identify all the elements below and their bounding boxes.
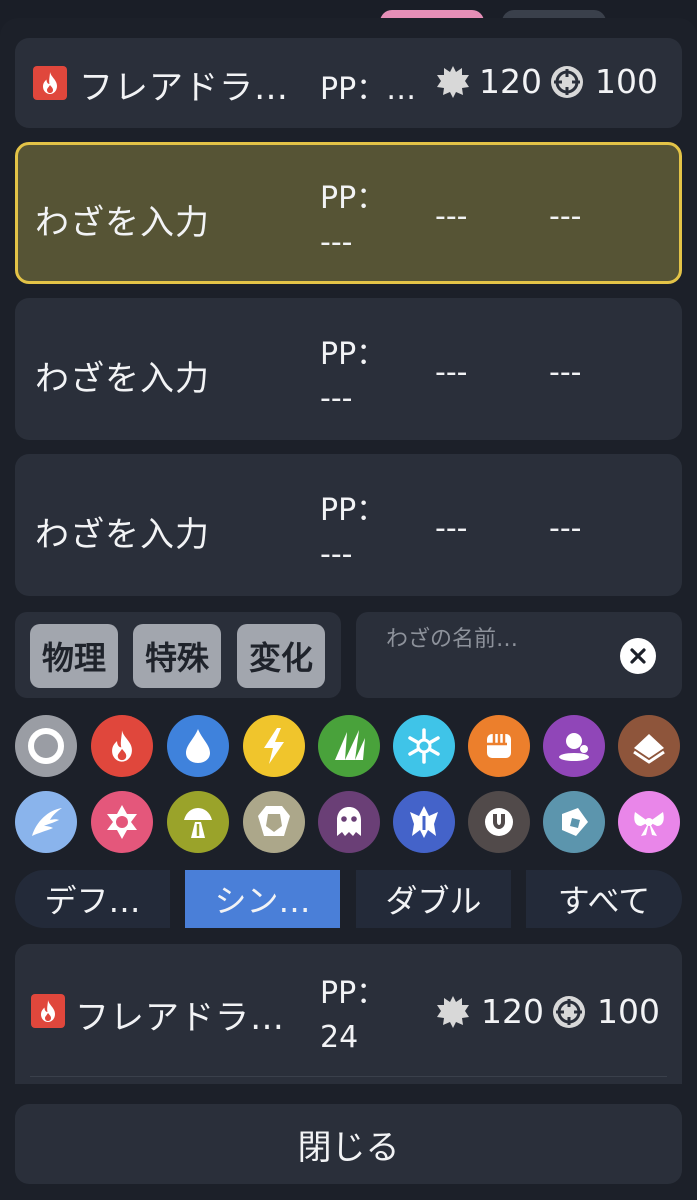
accuracy-value: 100 [595, 62, 658, 101]
move-search-input[interactable] [386, 622, 606, 656]
type-psychic-icon[interactable] [91, 791, 153, 853]
type-fire-icon[interactable] [91, 715, 153, 777]
move-name: フレアドラ… [79, 68, 289, 108]
move-name: わざを入力 [35, 359, 210, 399]
accuracy-value: --- [549, 199, 582, 234]
move-name: フレアドラ… [75, 998, 285, 1038]
power-icon [437, 996, 469, 1028]
pp-label: PP： [320, 337, 387, 372]
pp-value: --- [320, 225, 353, 260]
type-water-icon[interactable] [167, 715, 229, 777]
power-value: --- [435, 511, 468, 546]
move-result-item[interactable]: フレアドラ… PP： 24 120 100 [15, 944, 682, 1084]
move-name: わざを入力 [35, 515, 210, 555]
tab-singles[interactable]: シン… [185, 870, 340, 928]
pp-value: 24 [320, 1020, 359, 1055]
type-ground-icon[interactable] [618, 715, 680, 777]
clear-search-button[interactable] [620, 638, 656, 674]
move-name: わざを入力 [35, 203, 210, 243]
type-bug-icon[interactable] [167, 791, 229, 853]
accuracy-value: --- [549, 355, 582, 390]
tab-default[interactable]: デフ… [15, 870, 170, 928]
type-ice-icon[interactable] [393, 715, 455, 777]
accuracy-value: --- [549, 511, 582, 546]
power-value: 120 [479, 62, 542, 101]
type-dark-icon[interactable] [468, 791, 530, 853]
pp-label: PP： [320, 181, 387, 216]
move-search-box [356, 612, 682, 698]
move-slot-2[interactable]: わざを入力 PP： --- --- --- [15, 142, 682, 284]
type-normal-icon[interactable] [15, 715, 77, 777]
pp-label: PP： [320, 493, 387, 528]
fire-icon [33, 66, 67, 100]
type-fighting-icon[interactable] [468, 715, 530, 777]
type-flying-icon[interactable] [15, 791, 77, 853]
category-physical-button[interactable]: 物理 [30, 624, 118, 688]
fire-icon [31, 994, 65, 1028]
close-icon [630, 648, 646, 664]
accuracy-icon [551, 66, 583, 98]
type-electric-icon[interactable] [243, 715, 305, 777]
pp-label: PP： [320, 976, 387, 1011]
close-button[interactable]: 閉じる [15, 1104, 682, 1184]
move-slot-3[interactable]: わざを入力 PP： --- --- --- [15, 298, 682, 440]
category-filter-group: 物理 特殊 変化 [15, 612, 341, 698]
move-slot-1[interactable]: フレアドラ… PP：… 120 100 [15, 38, 682, 128]
tab-doubles[interactable]: ダブル [356, 870, 511, 928]
power-icon [437, 66, 469, 98]
category-status-button[interactable]: 変化 [237, 624, 325, 688]
tab-all[interactable]: すべて [526, 870, 682, 928]
list-divider [30, 1076, 667, 1077]
type-rock-icon[interactable] [243, 791, 305, 853]
type-poison-icon[interactable] [543, 715, 605, 777]
accuracy-value: 100 [597, 992, 660, 1031]
pp-value: --- [320, 537, 353, 572]
type-ghost-icon[interactable] [318, 791, 380, 853]
type-fairy-icon[interactable] [618, 791, 680, 853]
type-dragon-icon[interactable] [393, 791, 455, 853]
category-special-button[interactable]: 特殊 [133, 624, 221, 688]
power-value: --- [435, 199, 468, 234]
pp-value: --- [320, 381, 353, 416]
move-slot-4[interactable]: わざを入力 PP： --- --- --- [15, 454, 682, 596]
power-value: 120 [481, 992, 544, 1031]
pp-label: PP：… [320, 72, 417, 107]
accuracy-icon [553, 996, 585, 1028]
power-value: --- [435, 355, 468, 390]
type-grass-icon[interactable] [318, 715, 380, 777]
type-steel-icon[interactable] [543, 791, 605, 853]
